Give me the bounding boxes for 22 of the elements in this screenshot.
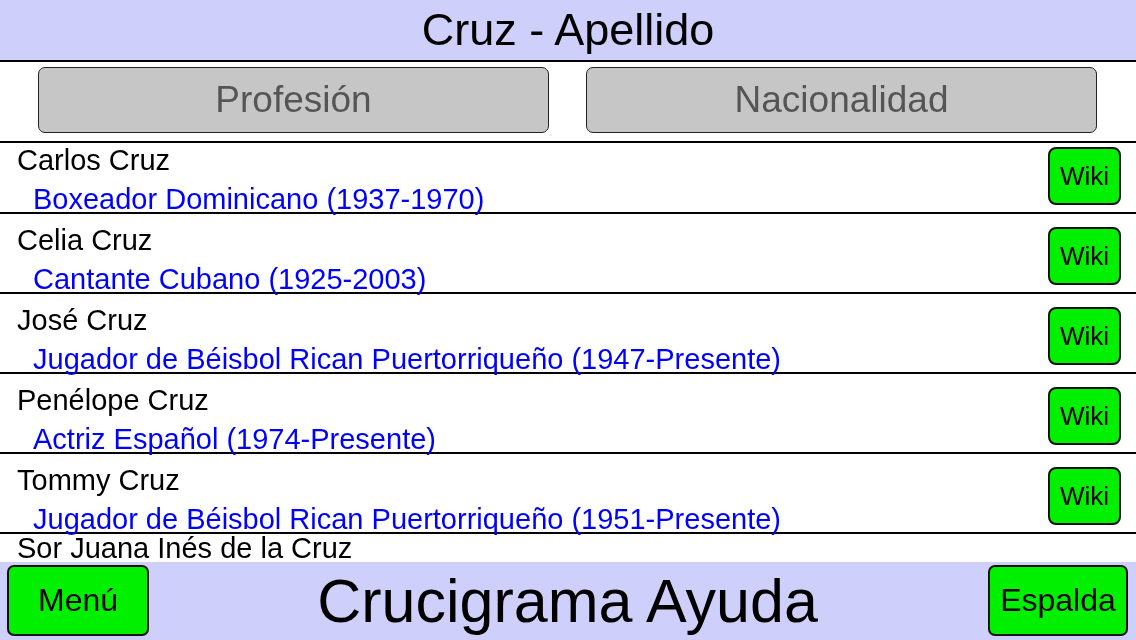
header-title: Cruz - Apellido (421, 3, 715, 57)
app-title: Crucigrama Ayuda (317, 565, 818, 636)
person-name: José Cruz (17, 306, 148, 334)
wiki-button[interactable]: Wiki (1048, 307, 1121, 365)
menu-button[interactable]: Menú (7, 565, 149, 636)
wiki-button[interactable]: Wiki (1048, 387, 1121, 445)
person-name: Penélope Cruz (17, 386, 209, 414)
wiki-button[interactable]: Wiki (1048, 227, 1121, 285)
person-name: Sor Juana Inés de la Cruz (17, 535, 353, 562)
person-name: Tommy Cruz (17, 466, 180, 494)
person-description: Jugador de Béisbol Rican Puertorriqueño (1951-Presente) (33, 505, 781, 533)
filter-button[interactable]: Nacionalidad (586, 67, 1097, 133)
person-description: Jugador de Béisbol Rican Puertorriqueño (1947-Presente) (33, 345, 781, 373)
filter-button[interactable]: Profesión (38, 67, 549, 133)
back-button[interactable]: Espalda (988, 565, 1128, 636)
wiki-button[interactable]: Wiki (1048, 147, 1121, 205)
person-description: Boxeador Dominicano (1937-1970) (33, 185, 485, 213)
person-description: Cantante Cubano (1925-2003) (33, 265, 427, 293)
person-name: Celia Cruz (17, 226, 153, 254)
person-name: Carlos Cruz (17, 146, 171, 174)
person-description: Actriz Español (1974-Presente) (33, 425, 436, 453)
wiki-button[interactable]: Wiki (1048, 467, 1121, 525)
